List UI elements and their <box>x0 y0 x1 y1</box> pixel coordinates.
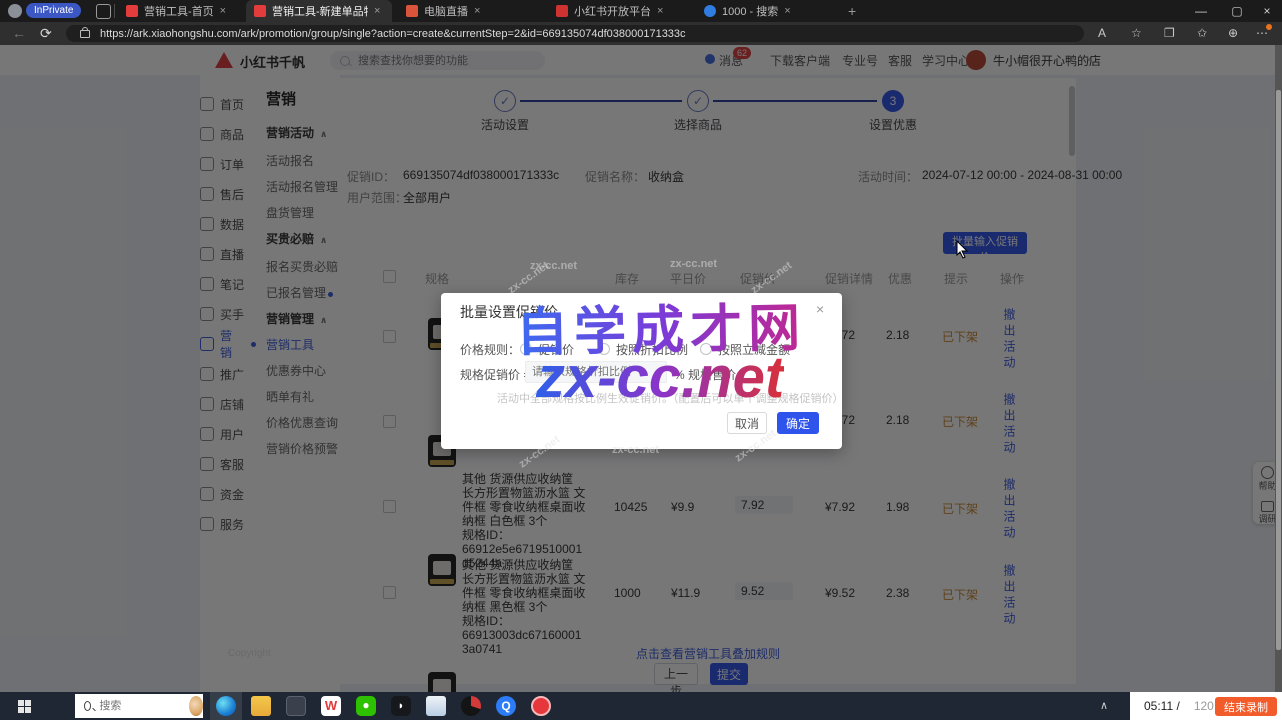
browser-scrollbar-thumb[interactable] <box>1276 90 1281 650</box>
mouse-cursor <box>956 240 970 260</box>
screen-recorder-icon[interactable] <box>531 696 551 716</box>
watermark-text: zx-cc.net <box>536 344 784 411</box>
search-icon <box>84 701 91 711</box>
confirm-button[interactable]: 确定 <box>777 412 819 434</box>
quark-browser-icon[interactable]: Q <box>496 696 516 716</box>
tab-pc-live[interactable]: 电脑直播 × <box>398 0 542 22</box>
tab-actions-icon[interactable] <box>96 4 111 19</box>
read-aloud-icon[interactable]: A <box>1098 24 1106 43</box>
lock-icon <box>80 30 90 38</box>
taskbar-search-input[interactable] <box>97 699 171 713</box>
open-platform-favicon <box>556 5 568 17</box>
tab-close-icon[interactable]: × <box>784 5 790 17</box>
live-favicon <box>406 5 418 17</box>
cancel-button[interactable]: 取消 <box>727 412 767 434</box>
address-bar[interactable] <box>66 25 1084 42</box>
notes-app-icon[interactable] <box>426 696 446 716</box>
tray-chevron-up-icon[interactable]: ∧ <box>1100 699 1108 712</box>
windows-start-icon[interactable] <box>18 700 31 713</box>
collections-icon[interactable]: ✩ <box>1197 24 1207 43</box>
notification-dot <box>1266 24 1272 30</box>
qq-icon[interactable]: ◗ <box>391 696 411 716</box>
file-explorer-icon[interactable] <box>251 696 271 716</box>
back-icon[interactable]: ← <box>12 24 26 43</box>
tab-close-icon[interactable]: × <box>474 5 480 17</box>
close-button[interactable]: × <box>1252 0 1282 22</box>
stop-recording-button[interactable]: 结束录制 <box>1215 697 1277 716</box>
new-tab-button[interactable]: + <box>848 3 856 19</box>
screen: InPrivate 营销工具-首页 × 营销工具-新建单品特价 × 电脑直播 ×… <box>0 0 1282 720</box>
tab-search-1000[interactable]: 1000 - 搜索 × <box>696 0 830 22</box>
favorite-icon[interactable]: ☆ <box>1131 24 1142 43</box>
tab-marketing-home[interactable]: 营销工具-首页 × <box>118 0 244 22</box>
tab-marketing-new-special[interactable]: 营销工具-新建单品特价 × <box>246 0 392 22</box>
tab-close-icon[interactable]: × <box>657 5 663 17</box>
price-rule-label: 价格规则： <box>460 341 520 358</box>
watermark-text: zx-cc.net <box>612 444 659 456</box>
wps-icon[interactable]: W <box>321 696 341 716</box>
search-favicon <box>704 5 716 17</box>
remote-desktop-icon[interactable] <box>286 696 306 716</box>
taskbar-search[interactable] <box>75 694 203 718</box>
maximize-button[interactable]: ▢ <box>1222 0 1252 22</box>
tab-close-icon[interactable]: × <box>374 5 380 17</box>
browser-scrollbar[interactable] <box>1275 45 1282 692</box>
refresh-icon[interactable]: ⟳ <box>40 24 52 43</box>
xiaohongshu-favicon <box>126 5 138 17</box>
url-input[interactable] <box>98 27 1062 41</box>
watermark-text: zx-cc.net <box>670 258 717 270</box>
modal-close-icon[interactable]: × <box>816 301 824 317</box>
tab-close-icon[interactable]: × <box>220 5 226 17</box>
edge-icon[interactable] <box>216 696 236 716</box>
xiaohongshu-favicon <box>254 5 266 17</box>
minimize-button[interactable]: — <box>1186 0 1216 22</box>
recording-elapsed: 05:11 / <box>1144 699 1180 713</box>
wechat-icon[interactable]: ● <box>356 696 376 716</box>
extensions-icon[interactable]: ⊕ <box>1228 24 1238 43</box>
inprivate-badge: InPrivate <box>26 3 81 18</box>
media-app-icon[interactable] <box>461 696 481 716</box>
split-screen-icon[interactable]: ❐ <box>1164 24 1175 43</box>
formula-label: 规格促销价 = <box>460 366 530 383</box>
tab-open-platform[interactable]: 小红书开放平台 × <box>548 0 690 22</box>
divider <box>114 4 115 18</box>
search-highlight-image[interactable] <box>189 696 203 716</box>
profile-avatar[interactable] <box>8 4 22 18</box>
